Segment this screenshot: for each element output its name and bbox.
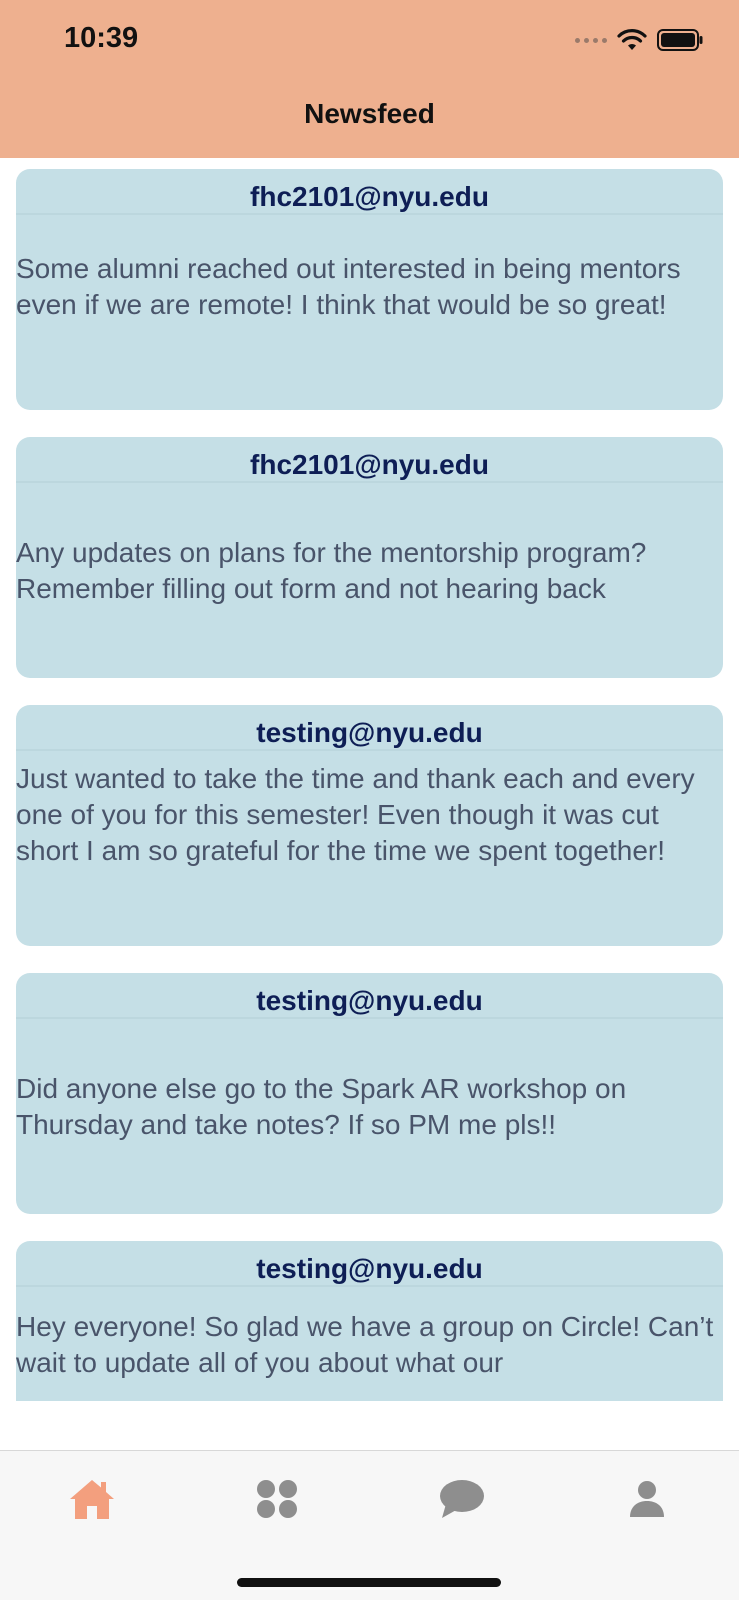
wifi-icon xyxy=(617,29,647,50)
newsfeed-list[interactable]: fhc2101@nyu.edu Some alumni reached out … xyxy=(16,169,723,1401)
post-author: testing@nyu.edu xyxy=(256,1253,483,1284)
tab-profile[interactable] xyxy=(617,1469,677,1529)
post-author: fhc2101@nyu.edu xyxy=(250,449,489,480)
tab-messages[interactable] xyxy=(432,1469,492,1529)
post-body: Did anyone else go to the Spark AR works… xyxy=(16,1073,627,1140)
tab-groups[interactable] xyxy=(247,1469,307,1529)
signal-icon xyxy=(575,37,607,43)
groups-icon xyxy=(257,1480,297,1518)
post-author: testing@nyu.edu xyxy=(256,985,483,1016)
page-title: Newsfeed xyxy=(304,98,435,129)
post-author: testing@nyu.edu xyxy=(256,717,483,748)
chat-icon xyxy=(440,1480,484,1518)
post-divider xyxy=(16,481,723,483)
post-body: Hey everyone! So glad we have a group on… xyxy=(16,1311,714,1378)
battery-icon xyxy=(657,29,703,51)
post-card[interactable]: testing@nyu.edu Did anyone else go to th… xyxy=(16,973,723,1214)
post-card[interactable]: testing@nyu.edu Hey everyone! So glad we… xyxy=(16,1241,723,1401)
post-body: Just wanted to take the time and thank e… xyxy=(16,763,695,866)
post-body: Any updates on plans for the mentorship … xyxy=(16,537,647,604)
post-author: fhc2101@nyu.edu xyxy=(250,181,489,212)
tab-home[interactable] xyxy=(62,1469,122,1529)
post-divider xyxy=(16,1285,723,1287)
status-icons xyxy=(575,26,703,54)
home-indicator xyxy=(237,1578,501,1587)
top-bar: 10:39 Newsfeed xyxy=(0,0,739,158)
post-body: Some alumni reached out interested in be… xyxy=(16,253,681,320)
post-card[interactable]: fhc2101@nyu.edu Some alumni reached out … xyxy=(16,169,723,410)
post-divider xyxy=(16,213,723,215)
post-divider xyxy=(16,1017,723,1019)
post-card[interactable]: testing@nyu.edu Just wanted to take the … xyxy=(16,705,723,946)
post-card[interactable]: fhc2101@nyu.edu Any updates on plans for… xyxy=(16,437,723,678)
profile-icon xyxy=(630,1481,664,1517)
status-time: 10:39 xyxy=(64,22,139,54)
post-divider xyxy=(16,749,723,751)
home-icon xyxy=(70,1480,114,1519)
